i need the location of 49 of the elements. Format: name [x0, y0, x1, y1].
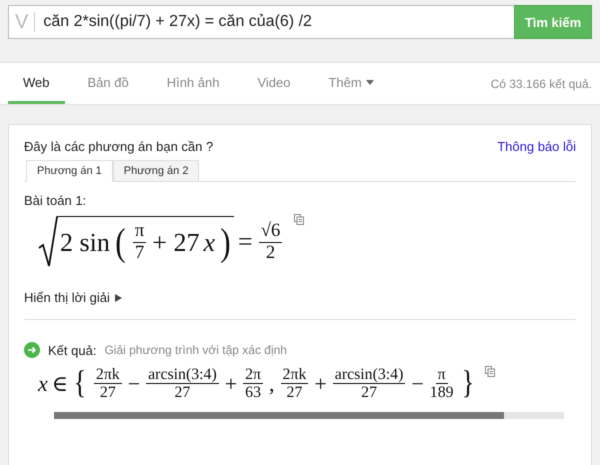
fraction-numerator: 2πk — [94, 366, 122, 384]
fraction-denominator: 27 — [174, 384, 190, 402]
result-count: Có 33.166 kết quả. — [490, 76, 592, 90]
nav-tab[interactable]: Video — [242, 63, 306, 104]
math-symbol: , — [269, 370, 275, 397]
nav-tab[interactable]: Bản đồ — [72, 63, 144, 104]
result-label: Kết quả: — [48, 342, 96, 358]
show-solution-link[interactable]: Hiển thị lời giải — [24, 290, 122, 305]
fraction-denominator: 7 — [134, 243, 144, 264]
fraction-numerator: 2π — [243, 366, 264, 384]
fraction-denominator: 27 — [100, 384, 116, 402]
fraction-denominator: 189 — [430, 384, 454, 402]
math-variable: x — [203, 228, 216, 258]
nav-tab[interactable]: Thêm — [313, 63, 389, 104]
fraction-numerator: arcsin(3:4) — [332, 366, 406, 384]
fraction-numerator: √6 — [258, 220, 282, 242]
fraction-numerator: arcsin(3:4) — [146, 366, 219, 384]
math-symbol: ∈ — [52, 370, 68, 397]
fraction-denominator: 63 — [245, 384, 261, 402]
math-symbol: 2 sin — [60, 228, 110, 258]
nav-tab[interactable]: Hình ảnh — [152, 63, 234, 104]
math-symbol: + 27 — [152, 228, 200, 258]
question-text: Đây là các phương án bạn cần ? — [24, 139, 214, 154]
report-link[interactable]: Thông báo lỗi — [497, 139, 576, 154]
math-variable: x — [38, 370, 48, 397]
math-bracket: ) — [220, 223, 231, 262]
triangle-icon — [114, 294, 122, 302]
result-description: Giải phương trình với tập xác định — [104, 343, 287, 357]
math-symbol: = — [238, 227, 253, 257]
math-bracket: ( — [115, 223, 126, 262]
copy-icon[interactable] — [485, 366, 496, 377]
problem-title: Bài toán 1: — [24, 193, 88, 208]
arrow-circle-icon — [24, 342, 40, 358]
math-symbol: + — [314, 370, 327, 397]
fraction-denominator: 2 — [266, 242, 276, 264]
math-bracket: { — [74, 367, 86, 400]
math-symbol: + — [224, 370, 238, 397]
fraction-denominator: 27 — [361, 384, 377, 402]
option-tab[interactable]: Phương án 1 — [26, 160, 113, 182]
fraction-numerator: π — [132, 221, 146, 243]
option-tab[interactable]: Phương án 2 — [112, 160, 200, 182]
math-bracket: } — [461, 367, 474, 400]
math-symbol: − — [411, 370, 424, 397]
fraction-denominator: 27 — [286, 384, 302, 402]
fraction-numerator: π — [436, 366, 448, 384]
copy-icon[interactable] — [294, 214, 304, 225]
nav-tab[interactable]: Web — [8, 63, 64, 104]
math-symbol: − — [128, 370, 140, 397]
fraction-numerator: 2πk — [280, 366, 308, 384]
